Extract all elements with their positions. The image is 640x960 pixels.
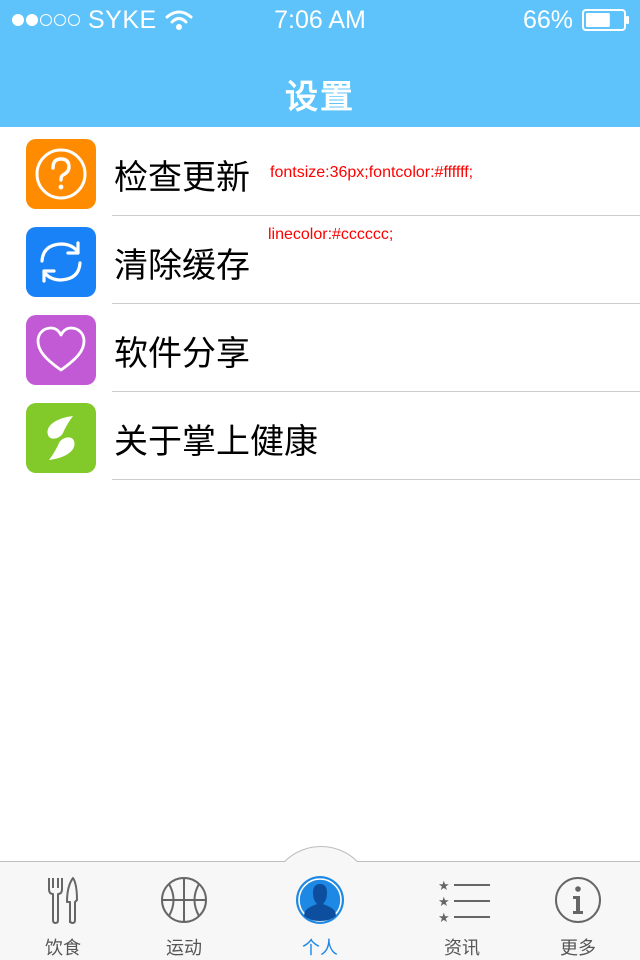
question-icon [35,148,87,200]
svg-text:★: ★ [438,911,450,926]
fork-knife-icon [48,877,78,924]
person-icon [296,876,344,924]
info-icon [555,877,601,923]
heart-icon [36,326,86,372]
tab-news[interactable]: ★ ★ ★ 资讯 [402,862,522,960]
battery-percentage: 66% [522,5,573,34]
line-spec-annotation: linecolor:#cccccc; [268,226,394,243]
news-list-icon: ★ ★ ★ [438,879,490,926]
settings-item-share-app[interactable]: 软件分享 [0,304,640,392]
settings-item-label: 检查更新 [114,158,250,198]
leaf-logo-icon [47,416,75,460]
refresh-icon [40,241,82,283]
tab-label: 个人 [302,938,338,959]
tab-label: 运动 [166,938,202,959]
font-spec-annotation: fontsize:36px;fontcolor:#ffffff; [270,164,474,181]
settings-item-label: 软件分享 [114,334,250,374]
basketball-icon [161,877,207,923]
tab-label: 饮食 [45,938,81,959]
about-icon-tile [26,403,96,473]
battery-group: 66% [523,6,630,34]
settings-item-label: 清除缓存 [114,246,250,286]
settings-item-label: 关于掌上健康 [114,422,318,462]
tab-personal[interactable]: 个人 [260,862,380,960]
svg-text:★: ★ [438,895,450,910]
page-title: 设置 [285,77,355,116]
tab-label: 资讯 [444,938,480,959]
check-update-icon-tile [26,139,96,209]
tab-sports[interactable]: 运动 [124,862,244,960]
tab-diet[interactable]: 饮食 [3,862,123,960]
row-divider [112,479,640,480]
clear-cache-icon-tile [26,227,96,297]
share-app-icon-tile [26,315,96,385]
status-bar: SYKE 7:06 AM 66% [0,0,640,40]
svg-text:★: ★ [438,879,450,894]
tab-more[interactable]: 更多 [518,862,638,960]
tab-label: 更多 [560,938,596,959]
settings-item-about[interactable]: 关于掌上健康 [0,392,640,480]
battery-icon [582,9,629,31]
